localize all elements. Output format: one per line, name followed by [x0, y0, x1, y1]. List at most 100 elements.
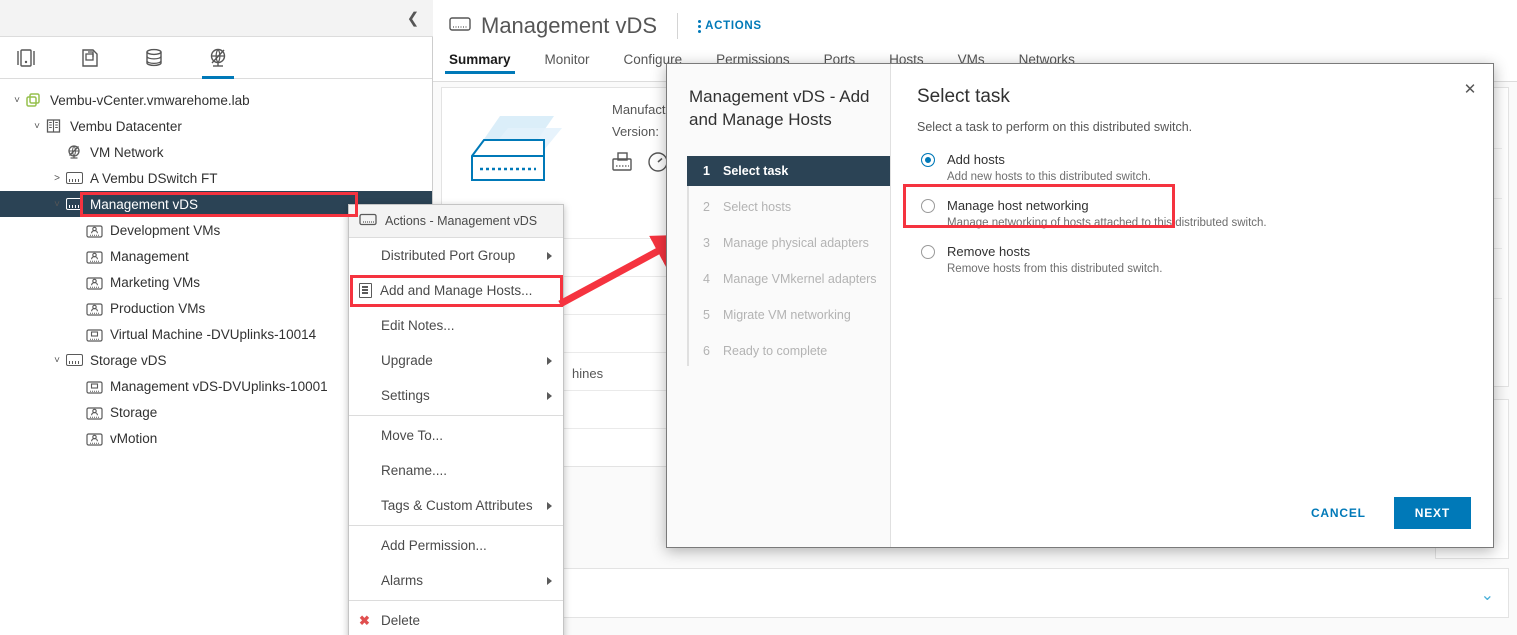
- radio-option-description: Manage networking of hosts attached to t…: [947, 217, 1267, 229]
- chevron-down-icon[interactable]: ˅: [50, 353, 64, 367]
- portgroup-icon: [84, 273, 104, 291]
- wizard-step-number: 3: [703, 235, 710, 250]
- uplink-portgroup-icon: [84, 377, 104, 395]
- menu-item-add-permission[interactable]: Add Permission...: [349, 528, 563, 563]
- virtual-machines-label: hines: [572, 366, 604, 381]
- wizard-step-number: 1: [703, 163, 710, 178]
- menu-item-alarms[interactable]: Alarms: [349, 563, 563, 598]
- portgroup-icon: [84, 299, 104, 317]
- radio-option-remove-hosts[interactable]: Remove hosts Remove hosts from this distr…: [911, 238, 1441, 281]
- page-title: Management vDS: [481, 13, 658, 38]
- wizard-step-number: 5: [703, 307, 710, 322]
- chevron-right-icon: [547, 251, 552, 260]
- portgroup-icon: [84, 221, 104, 239]
- actions-button[interactable]: ACTIONS: [698, 19, 762, 33]
- tab-monitor[interactable]: Monitor: [545, 52, 590, 74]
- panel-collapse-bar: ❮: [0, 0, 433, 37]
- delete-icon: ✖: [359, 612, 370, 628]
- menu-item-label: Move To...: [381, 428, 444, 443]
- wizard-step-list: 1 Select task 2 Select hosts 3 Manage physica…: [687, 155, 890, 366]
- radio-button[interactable]: [921, 153, 935, 167]
- networking-icon[interactable]: [198, 38, 238, 79]
- tree-item-label: Management vDS: [90, 196, 199, 212]
- menu-item-label: Rename....: [381, 463, 448, 478]
- add-and-manage-hosts-dialog: Management vDS - Add and Manage Hosts 1S…: [666, 63, 1494, 548]
- datacenter-icon: [44, 117, 64, 135]
- tree-item-label: Storage vDS: [90, 352, 167, 368]
- radio-option-manage-host-networking[interactable]: Manage host networking Manage networking …: [911, 192, 1441, 235]
- menu-item-label: Add Permission...: [381, 538, 487, 553]
- object-header: Management vDS ACTIONS: [433, 0, 1517, 52]
- storage-icon[interactable]: [134, 38, 174, 78]
- close-icon[interactable]: ✕: [1459, 78, 1481, 100]
- radio-option-label: Add hosts: [947, 152, 1005, 167]
- menu-item-move-to[interactable]: Move To...: [349, 418, 563, 453]
- next-button[interactable]: NEXT: [1393, 497, 1471, 529]
- vcenter-icon: [24, 91, 44, 109]
- chevron-down-icon[interactable]: ˅: [30, 119, 44, 133]
- menu-item-add-and-manage-hosts[interactable]: Add and Manage Hosts...: [349, 273, 563, 308]
- wizard-step-5: 5 Migrate VM networking: [689, 300, 890, 330]
- inventory-icon-bar: [0, 37, 432, 79]
- vms-and-templates-icon[interactable]: [70, 38, 110, 78]
- dialog-subheading: Select a task to perform on this distrib…: [917, 120, 1193, 134]
- wizard-step-4: 4 Manage VMkernel adapters: [689, 264, 890, 294]
- tree-item-vembu-vcenter-vmwarehome-lab[interactable]: ˅ Vembu-vCenter.vmwarehome.lab: [0, 87, 432, 113]
- menu-item-delete[interactable]: ✖ Delete: [349, 603, 563, 635]
- menu-item-label: Add and Manage Hosts...: [380, 283, 533, 298]
- radio-option-label: Manage host networking: [947, 198, 1089, 213]
- menu-item-rename[interactable]: Rename....: [349, 453, 563, 488]
- tree-item-label: Marketing VMs: [110, 274, 201, 290]
- menu-item-edit-notes[interactable]: Edit Notes...: [349, 308, 563, 343]
- menu-separator: [349, 415, 563, 416]
- menu-item-label: Alarms: [381, 573, 424, 588]
- network-icon: [64, 143, 84, 161]
- menu-item-distributed-port-group[interactable]: Distributed Port Group: [349, 238, 563, 273]
- menu-item-settings[interactable]: Settings: [349, 378, 563, 413]
- tree-item-vembu-datacenter[interactable]: ˅ Vembu Datacenter: [0, 113, 432, 139]
- chevron-right-icon[interactable]: ˃: [50, 171, 64, 185]
- context-menu-header-label: Actions - Management vDS: [385, 214, 538, 228]
- wizard-content-panel: ✕ Select task Select a task to perform o…: [891, 64, 1493, 547]
- uplink-portgroup-icon: [84, 325, 104, 343]
- menu-item-label: Tags & Custom Attributes: [381, 498, 533, 513]
- chevron-down-icon[interactable]: ˅: [50, 197, 64, 211]
- wizard-steps-panel: Management vDS - Add and Manage Hosts 1S…: [667, 64, 891, 547]
- chevron-left-icon[interactable]: ❮: [401, 6, 425, 30]
- dswitch-icon: [64, 351, 84, 369]
- menu-item-label: Distributed Port Group: [381, 248, 516, 263]
- wizard-step-number: 2: [703, 199, 710, 214]
- dswitch-icon: [64, 169, 84, 187]
- wizard-step-6: 6 Ready to complete: [689, 336, 890, 366]
- menu-item-tags-custom-attributes[interactable]: Tags & Custom Attributes: [349, 488, 563, 523]
- wizard-step-label: Ready to complete: [723, 343, 828, 358]
- menu-item-label: Settings: [381, 388, 430, 403]
- radio-option-add-hosts[interactable]: Add hosts Add new hosts to this distribut…: [911, 146, 1441, 189]
- menu-item-upgrade[interactable]: Upgrade: [349, 343, 563, 378]
- hosts-and-clusters-icon[interactable]: [6, 38, 46, 78]
- radio-button[interactable]: [921, 245, 935, 259]
- tree-item-label: Management vDS-DVUplinks-10001: [110, 378, 328, 394]
- chevron-right-icon: [547, 501, 552, 510]
- tree-item-label: Storage: [110, 404, 158, 420]
- tree-item-a-vembu-dswitch-ft[interactable]: ˃ A Vembu DSwitch FT: [0, 165, 432, 191]
- chevron-down-icon[interactable]: ⌄: [1481, 585, 1494, 605]
- tab-summary[interactable]: Summary: [445, 52, 515, 74]
- radio-button[interactable]: [921, 199, 935, 213]
- chevron-down-icon[interactable]: ˅: [10, 93, 24, 107]
- wizard-step-1[interactable]: 1 Select task: [687, 155, 890, 186]
- cancel-button[interactable]: CANCEL: [1301, 500, 1376, 526]
- tree-item-label: A Vembu DSwitch FT: [90, 170, 218, 186]
- chevron-right-icon: [547, 356, 552, 365]
- tree-item-label: VM Network: [90, 144, 164, 160]
- radio-option-description: Remove hosts from this distributed switc…: [947, 263, 1163, 275]
- tree-item-label: Vembu-vCenter.vmwarehome.lab: [50, 92, 250, 108]
- tree-item-vm-network[interactable]: VM Network: [0, 139, 432, 165]
- dswitch-icon: [449, 16, 471, 37]
